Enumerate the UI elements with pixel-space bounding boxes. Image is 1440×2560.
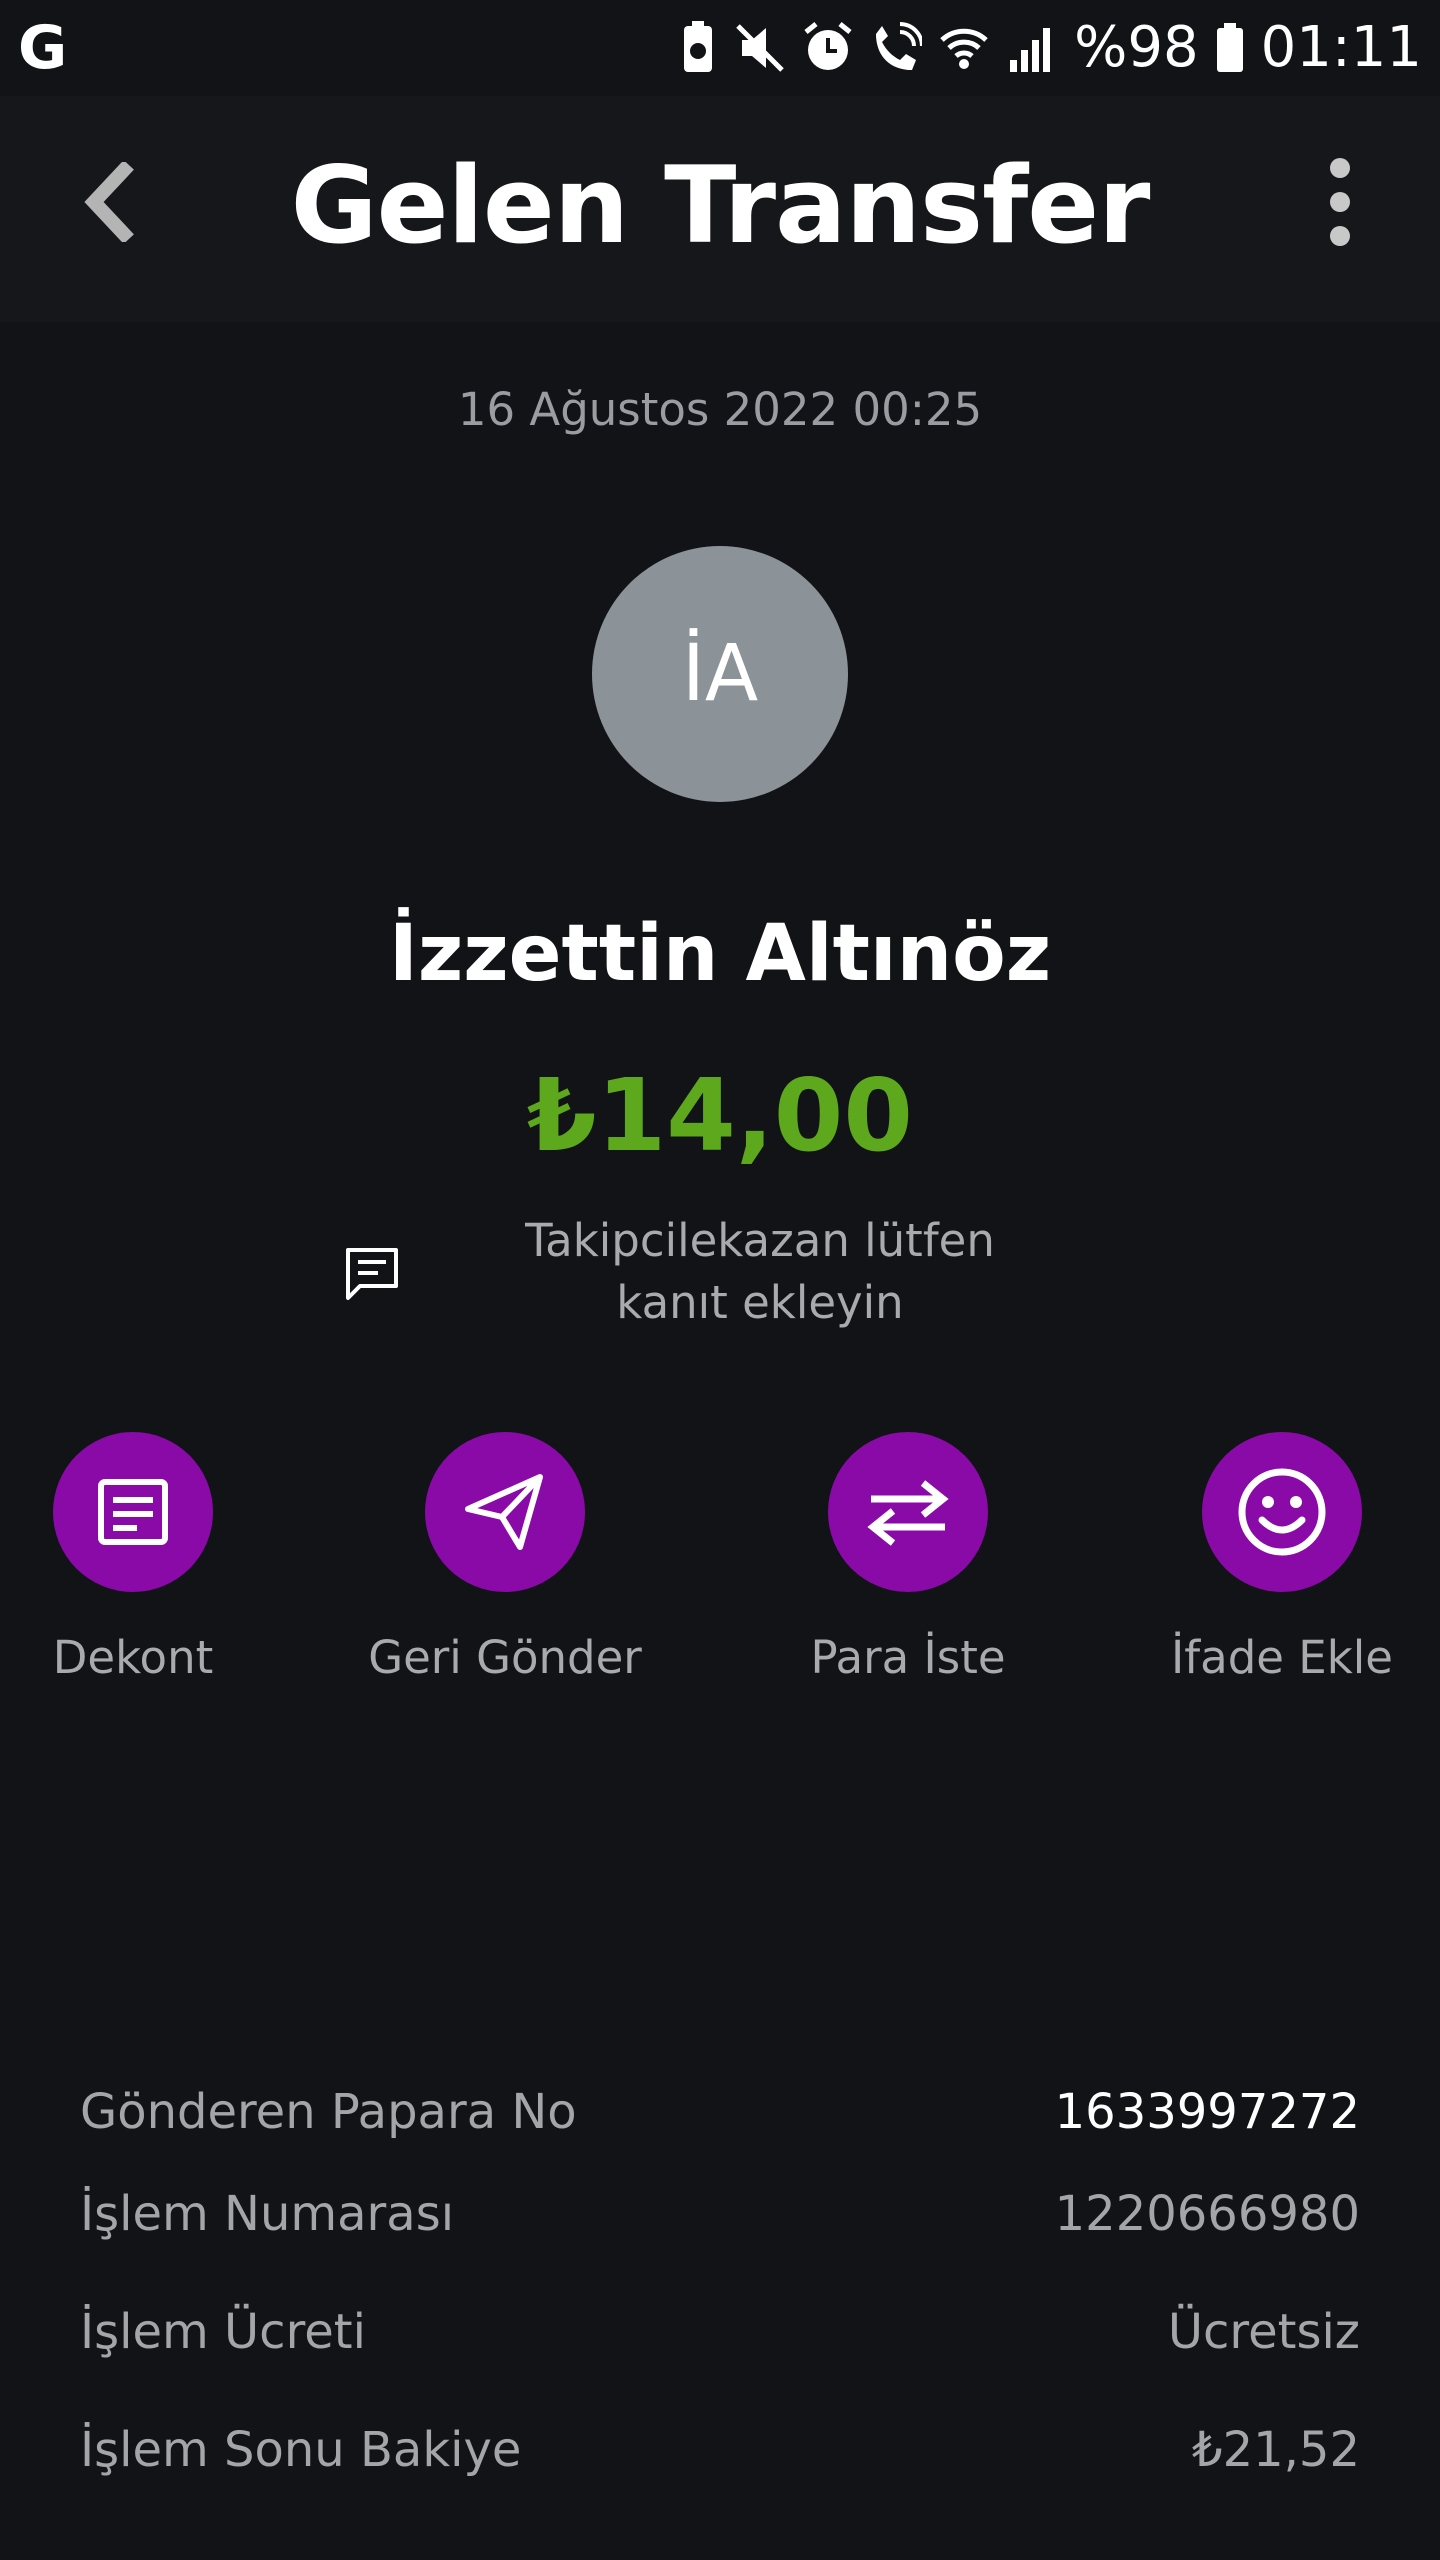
receipt-button-circle[interactable] <box>53 1432 213 1592</box>
battery-percent: %98 <box>1074 15 1199 80</box>
transfer-amount: ₺14,00 <box>527 1057 913 1174</box>
detail-label: Gönderen Papara No <box>80 2084 577 2140</box>
avatar-initials: İA <box>681 629 759 719</box>
wifi-call-icon <box>876 22 923 70</box>
add-reaction-button[interactable]: İfade Ekle <box>1132 1432 1432 1688</box>
sender-name: İzzettin Altınöz <box>388 909 1052 999</box>
detail-value[interactable]: 1633997272 <box>1055 2084 1360 2140</box>
battery-saver-icon <box>684 21 713 72</box>
detail-row-fee: İşlem Ücreti Ücretsiz <box>80 2296 1360 2368</box>
send-back-label: Geri Gönder <box>368 1631 642 1684</box>
send-back-button[interactable]: Geri Gönder <box>355 1432 655 1688</box>
detail-row-balance: İşlem Sonu Bakiye ₺21,52 <box>80 2414 1360 2486</box>
detail-value: Ücretsiz <box>1167 2304 1360 2360</box>
detail-value: 1220666980 <box>1054 2186 1360 2242</box>
more-dot <box>1330 226 1350 246</box>
request-money-label: Para İste <box>810 1631 1006 1684</box>
page-title: Gelen Transfer <box>290 144 1151 267</box>
detail-row-sender-no: Gönderen Papara No 1633997272 <box>80 2076 1360 2148</box>
more-options-button[interactable] <box>1308 152 1372 252</box>
send-icon <box>465 1474 543 1550</box>
detail-label: İşlem Sonu Bakiye <box>80 2422 522 2478</box>
more-dot <box>1330 192 1350 212</box>
detail-row-transaction-no: İşlem Numarası 1220666980 <box>80 2178 1360 2250</box>
detail-label: İşlem Ücreti <box>80 2304 366 2360</box>
status-icons: %98 01:11 <box>678 12 1422 84</box>
add-reaction-button-circle[interactable] <box>1202 1432 1362 1592</box>
transfer-date: 16 Ağustos 2022 00:25 <box>457 383 983 436</box>
add-reaction-label: İfade Ekle <box>1171 1631 1393 1684</box>
request-money-button-circle[interactable] <box>828 1432 988 1592</box>
status-bar: G %98 01:11 <box>0 0 1440 96</box>
detail-label: İşlem Numarası <box>80 2186 455 2242</box>
signal-icon <box>1010 28 1051 72</box>
detail-value: ₺21,52 <box>1192 2422 1360 2478</box>
send-back-button-circle[interactable] <box>425 1432 585 1592</box>
more-vertical-icon <box>1330 158 1350 178</box>
smiley-icon <box>1238 1468 1326 1556</box>
comment-icon <box>346 1248 398 1300</box>
app-header: Gelen Transfer <box>0 96 1440 322</box>
wifi-icon <box>940 28 988 69</box>
google-icon: G <box>18 13 68 83</box>
battery-icon <box>1216 23 1243 72</box>
mute-icon <box>736 24 784 72</box>
clock: 01:11 <box>1260 15 1422 80</box>
swap-icon <box>867 1480 949 1546</box>
receipt-label: Dekont <box>52 1631 214 1684</box>
avatar: İA <box>592 546 848 802</box>
alarm-icon <box>804 22 852 70</box>
request-money-button[interactable]: Para İste <box>758 1432 1058 1688</box>
receipt-button[interactable]: Dekont <box>0 1432 283 1688</box>
receipt-icon <box>98 1479 168 1545</box>
transfer-description: Takipcilekazan lütfen kanıt ekleyin <box>525 1214 995 1329</box>
